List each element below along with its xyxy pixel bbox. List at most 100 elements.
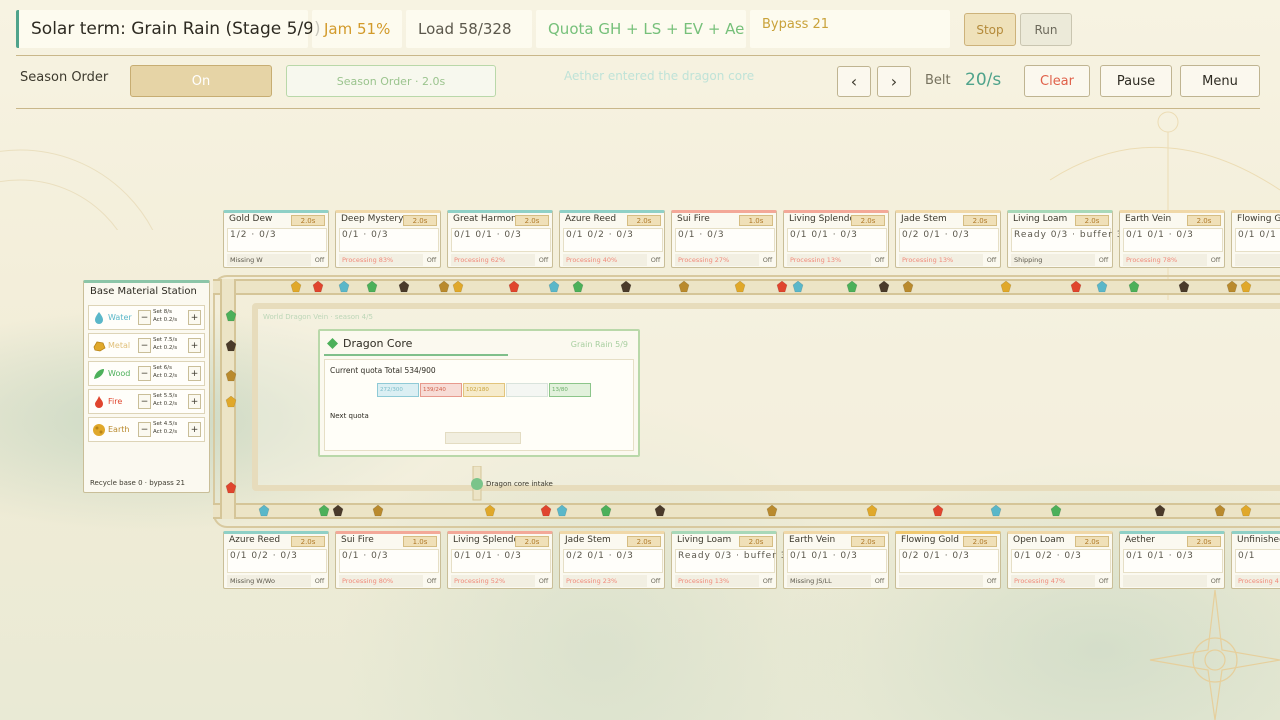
- machine-off-toggle[interactable]: Off: [760, 575, 775, 587]
- belt-item-icon: [1240, 505, 1252, 517]
- run-button[interactable]: Run: [1020, 13, 1072, 46]
- machine-speed[interactable]: 2.0s: [291, 536, 325, 547]
- season-order-toggle[interactable]: On: [130, 65, 272, 97]
- machine-card[interactable]: Great Harmon 2.0s 0/1 0/1 · 0/3 Processing …: [447, 210, 553, 268]
- decrease-earth-button[interactable]: −: [138, 422, 151, 437]
- machine-off-toggle[interactable]: Off: [1208, 575, 1223, 587]
- machine-card[interactable]: Living Splendo 2.0s 0/1 0/1 · 0/3 Processin…: [783, 210, 889, 268]
- machine-off-toggle[interactable]: Off: [760, 254, 775, 266]
- wood-leaf-icon: [94, 369, 104, 379]
- previous-button[interactable]: ‹: [837, 66, 871, 97]
- machine-card[interactable]: Unfinished 0/1 Processing 4: [1231, 531, 1280, 589]
- machine-off-toggle[interactable]: Off: [1208, 254, 1223, 266]
- machine-speed[interactable]: 2.0s: [515, 215, 549, 226]
- machine-card[interactable]: Deep Mystery 2.0s 0/1 · 0/3 Processing 83% O…: [335, 210, 441, 268]
- machine-card[interactable]: Open Loam 2.0s 0/1 0/2 · 0/3 Processing 47%…: [1007, 531, 1113, 589]
- base-material-station: Base Material Station Water − Set 8/s Act…: [83, 280, 210, 493]
- machine-card[interactable]: Flowing Go 0/1 0/1: [1231, 210, 1280, 268]
- machine-speed[interactable]: 2.0s: [1187, 536, 1221, 547]
- current-quota: Current quota Total 534/900: [330, 366, 436, 375]
- recipe-counts: Ready 0/3 · buffer 3: [678, 551, 788, 561]
- machine-card[interactable]: Sui Fire 1.0s 0/1 · 0/3 Processing 27% Off: [671, 210, 777, 268]
- recipe-counts: 0/1 0/1 · 0/3: [454, 551, 522, 561]
- machine-off-toggle[interactable]: Off: [312, 254, 327, 266]
- machine-speed[interactable]: 1.0s: [403, 536, 437, 547]
- machine-off-toggle[interactable]: Off: [424, 575, 439, 587]
- pause-button[interactable]: Pause: [1100, 65, 1172, 97]
- machine-speed[interactable]: 2.0s: [627, 215, 661, 226]
- machine-off-toggle[interactable]: Off: [984, 254, 999, 266]
- increase-wood-button[interactable]: +: [188, 366, 201, 381]
- machine-speed[interactable]: 2.0s: [1075, 536, 1109, 547]
- decrease-wood-button[interactable]: −: [138, 366, 151, 381]
- belt-item-icon: [792, 281, 804, 293]
- machine-card[interactable]: Gold Dew 2.0s 1/2 · 0/3 Missing W Off: [223, 210, 329, 268]
- machine-off-toggle[interactable]: Off: [872, 254, 887, 266]
- machine-off-toggle[interactable]: Off: [872, 575, 887, 587]
- earth-ore-icon: [93, 424, 105, 436]
- machine-speed[interactable]: 2.0s: [515, 536, 549, 547]
- machine-speed[interactable]: 2.0s: [1075, 215, 1109, 226]
- jam-indicator: Jam 51%: [312, 10, 402, 48]
- machine-speed[interactable]: 2.0s: [851, 536, 885, 547]
- machine-speed[interactable]: 2.0s: [291, 215, 325, 226]
- machine-card[interactable]: Azure Reed 2.0s 0/1 0/2 · 0/3 Missing W/Wo O…: [223, 531, 329, 589]
- next-button[interactable]: ›: [877, 66, 911, 97]
- machine-status: Processing 83%: [339, 254, 423, 266]
- machine-speed[interactable]: 2.0s: [1187, 215, 1221, 226]
- machine-card[interactable]: Jade Stem 2.0s 0/2 0/1 · 0/3 Processing 23%…: [559, 531, 665, 589]
- station-row-wood: Wood − Set 6/s Act 0.2/s +: [88, 361, 205, 386]
- machine-status: Processing 62%: [451, 254, 535, 266]
- machine-card[interactable]: Azure Reed 2.0s 0/1 0/2 · 0/3 Processing 40…: [559, 210, 665, 268]
- increase-fire-button[interactable]: +: [188, 394, 201, 409]
- belt-item-icon: [225, 396, 237, 408]
- machine-card[interactable]: Living Splendo 2.0s 0/1 0/1 · 0/3 Processin…: [447, 531, 553, 589]
- machine-card[interactable]: Jade Stem 2.0s 0/2 0/1 · 0/3 Processing 13%…: [895, 210, 1001, 268]
- machine-card[interactable]: Earth Vein 2.0s 0/1 0/1 · 0/3 Missing JS/LL…: [783, 531, 889, 589]
- machine-speed[interactable]: 2.0s: [627, 536, 661, 547]
- recipe-counts: 0/1 · 0/3: [342, 551, 389, 561]
- machine-speed[interactable]: 1.0s: [739, 215, 773, 226]
- machine-speed[interactable]: 2.0s: [851, 215, 885, 226]
- machine-off-toggle[interactable]: Off: [1096, 254, 1111, 266]
- clear-button[interactable]: Clear: [1024, 65, 1090, 97]
- decrease-fire-button[interactable]: −: [138, 394, 151, 409]
- machine-speed[interactable]: 2.0s: [739, 536, 773, 547]
- rate-display: Set 8/s Act 0.2/s: [153, 308, 177, 324]
- stop-button[interactable]: Stop: [964, 13, 1016, 46]
- increase-earth-button[interactable]: +: [188, 422, 201, 437]
- increase-metal-button[interactable]: +: [188, 338, 201, 353]
- machine-off-toggle[interactable]: Off: [424, 254, 439, 266]
- machine-card[interactable]: Aether 2.0s 0/1 0/1 · 0/3 Off: [1119, 531, 1225, 589]
- metal-nugget-icon: [93, 341, 106, 352]
- decrease-water-button[interactable]: −: [138, 310, 151, 325]
- machine-off-toggle[interactable]: Off: [984, 575, 999, 587]
- belt-item-icon: [225, 482, 237, 494]
- machine-off-toggle[interactable]: Off: [536, 254, 551, 266]
- machine-speed[interactable]: 2.0s: [403, 215, 437, 226]
- machine-off-toggle[interactable]: Off: [648, 575, 663, 587]
- station-row-fire: Fire − Set 5.5/s Act 0.2/s +: [88, 389, 205, 414]
- machine-off-toggle[interactable]: Off: [1096, 575, 1111, 587]
- machine-name: Living Splendo: [453, 535, 520, 545]
- machine-off-toggle[interactable]: Off: [536, 575, 551, 587]
- quota-chip-wood: 13/80: [549, 383, 591, 397]
- machine-off-toggle[interactable]: Off: [312, 575, 327, 587]
- machine-speed[interactable]: 2.0s: [963, 536, 997, 547]
- machine-card[interactable]: Sui Fire 1.0s 0/1 · 0/3 Processing 80% Off: [335, 531, 441, 589]
- machine-off-toggle[interactable]: Off: [648, 254, 663, 266]
- machine-speed[interactable]: 2.0s: [963, 215, 997, 226]
- machine-card[interactable]: Living Loam 2.0s Ready 0/3 · buffer 3 Proce…: [671, 531, 786, 589]
- station-row-metal: Metal − Set 7.5/s Act 0.2/s +: [88, 333, 205, 358]
- belt-item-icon: [225, 370, 237, 382]
- machine-card[interactable]: Flowing Gold 2.0s 0/2 0/1 · 0/3 Off: [895, 531, 1001, 589]
- recipe-counts: 1/2 · 0/3: [230, 230, 277, 240]
- machine-card[interactable]: Living Loam 2.0s Ready 0/3 · buffer 3 Shipp…: [1007, 210, 1122, 268]
- increase-water-button[interactable]: +: [188, 310, 201, 325]
- machine-card[interactable]: Earth Vein 2.0s 0/1 0/1 · 0/3 Processing 78…: [1119, 210, 1225, 268]
- machine-status: [1123, 575, 1207, 587]
- menu-button[interactable]: Menu: [1180, 65, 1260, 97]
- decrease-metal-button[interactable]: −: [138, 338, 151, 353]
- recipe-counts: Ready 0/3 · buffer 3: [1014, 230, 1124, 240]
- machine-name: Aether: [1125, 535, 1156, 545]
